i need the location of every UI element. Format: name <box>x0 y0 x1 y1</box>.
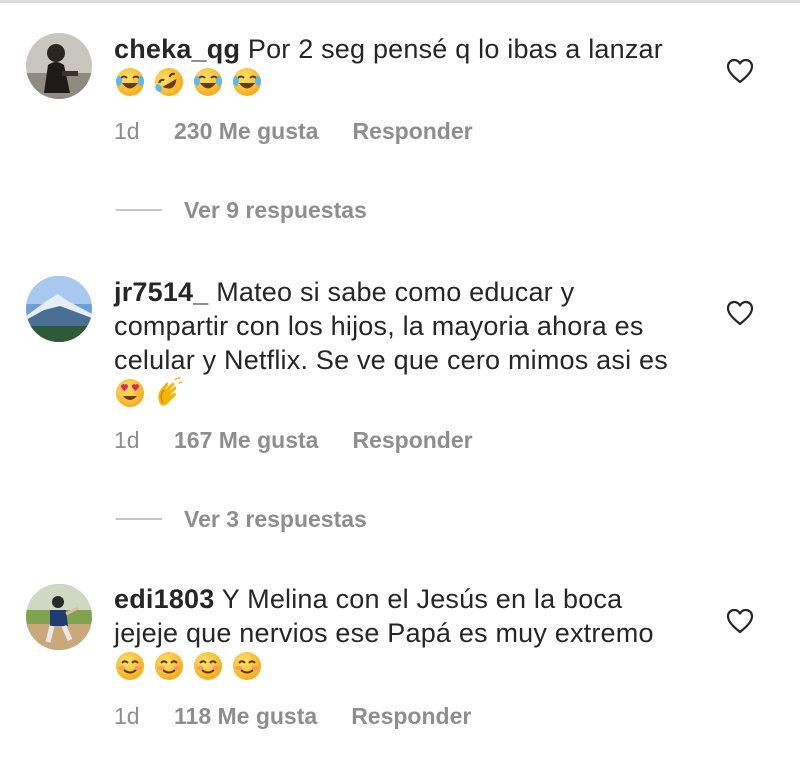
like-count[interactable]: 118 Me gusta <box>174 703 317 730</box>
user-avatar[interactable] <box>26 276 92 342</box>
baseball-player-icon <box>26 584 92 650</box>
comment-time: 1d <box>114 118 140 144</box>
comment-username[interactable]: cheka_qg <box>114 34 240 64</box>
smiling-face-with-smiling-eyes-icon <box>192 650 224 682</box>
comment-body: jr7514_ Mateo si sabe como educar y comp… <box>114 275 674 411</box>
heart-outline-icon[interactable] <box>726 300 754 326</box>
reply-button[interactable]: Responder <box>352 427 472 453</box>
mountain-landscape-icon <box>26 276 92 342</box>
like-count[interactable]: 167 Me gusta <box>174 427 318 454</box>
comment-meta: 1d 230 Me gusta Responder <box>114 118 473 145</box>
smiling-face-with-smiling-eyes-icon <box>231 650 263 682</box>
replies-divider-line <box>116 517 162 520</box>
comment-text: Por 2 seg pensé q lo ibas a lanzar <box>247 34 663 64</box>
user-avatar[interactable] <box>26 33 92 99</box>
face-with-tears-of-joy-icon <box>114 66 146 98</box>
view-replies-button[interactable]: Ver 9 respuestas <box>116 197 367 224</box>
clapping-hands-icon <box>153 377 185 409</box>
view-replies-button[interactable]: Ver 3 respuestas <box>116 506 367 533</box>
smiling-face-with-smiling-eyes-icon <box>114 650 146 682</box>
person-photo-icon <box>26 33 92 99</box>
view-replies-label: Ver 3 respuestas <box>184 506 367 532</box>
replies-divider-line <box>116 208 162 211</box>
reply-button[interactable]: Responder <box>351 703 471 729</box>
reply-button[interactable]: Responder <box>352 118 472 144</box>
comment-time: 1d <box>114 427 140 453</box>
top-divider <box>0 0 800 3</box>
view-replies-label: Ver 9 respuestas <box>184 197 367 223</box>
comment-username[interactable]: edi1803 <box>114 584 214 614</box>
heart-outline-icon[interactable] <box>726 608 754 634</box>
comment-body: cheka_qg Por 2 seg pensé q lo ibas a lan… <box>114 32 674 100</box>
comment-time: 1d <box>114 703 140 729</box>
comment-username[interactable]: jr7514_ <box>114 277 209 307</box>
face-with-tears-of-joy-icon <box>231 66 263 98</box>
rolling-on-the-floor-laughing-icon <box>153 66 185 98</box>
heart-outline-icon[interactable] <box>726 58 754 84</box>
user-avatar[interactable] <box>26 584 92 650</box>
like-count[interactable]: 230 Me gusta <box>174 118 318 145</box>
smiling-face-with-smiling-eyes-icon <box>153 650 185 682</box>
face-with-tears-of-joy-icon <box>192 66 224 98</box>
comment-meta: 1d 167 Me gusta Responder <box>114 427 473 454</box>
comment-meta: 1d 118 Me gusta Responder <box>114 703 471 730</box>
comment-body: edi1803 Y Melina con el Jesús en la boca… <box>114 582 674 684</box>
smiling-face-with-heart-eyes-icon <box>114 377 146 409</box>
